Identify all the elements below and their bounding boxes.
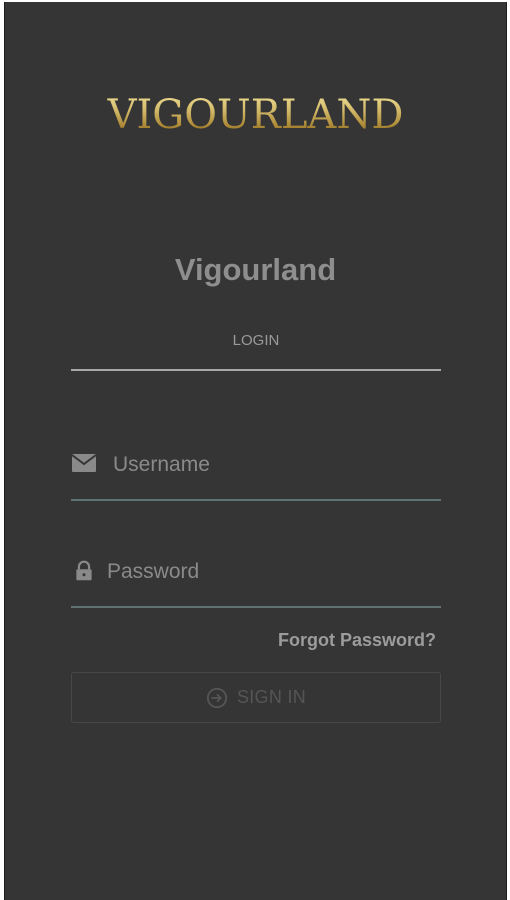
- lock-icon: [76, 560, 92, 581]
- brand-logo: VIGOURLAND: [5, 92, 506, 138]
- tab-login[interactable]: LOGIN: [71, 327, 441, 371]
- envelope-icon: [71, 454, 97, 472]
- password-input[interactable]: [107, 558, 432, 586]
- password-field: [71, 558, 441, 608]
- login-screen: VIGOURLAND Vigourland LOGIN Forgot Passw…: [4, 2, 507, 900]
- sign-in-icon: [206, 687, 228, 708]
- username-field: [71, 451, 441, 501]
- forgot-password-link[interactable]: Forgot Password?: [278, 630, 436, 651]
- sign-in-button[interactable]: SIGN IN: [71, 672, 441, 723]
- username-input[interactable]: [113, 451, 433, 479]
- sign-in-label: SIGN IN: [236, 687, 307, 707]
- app-title: Vigourland: [174, 252, 337, 287]
